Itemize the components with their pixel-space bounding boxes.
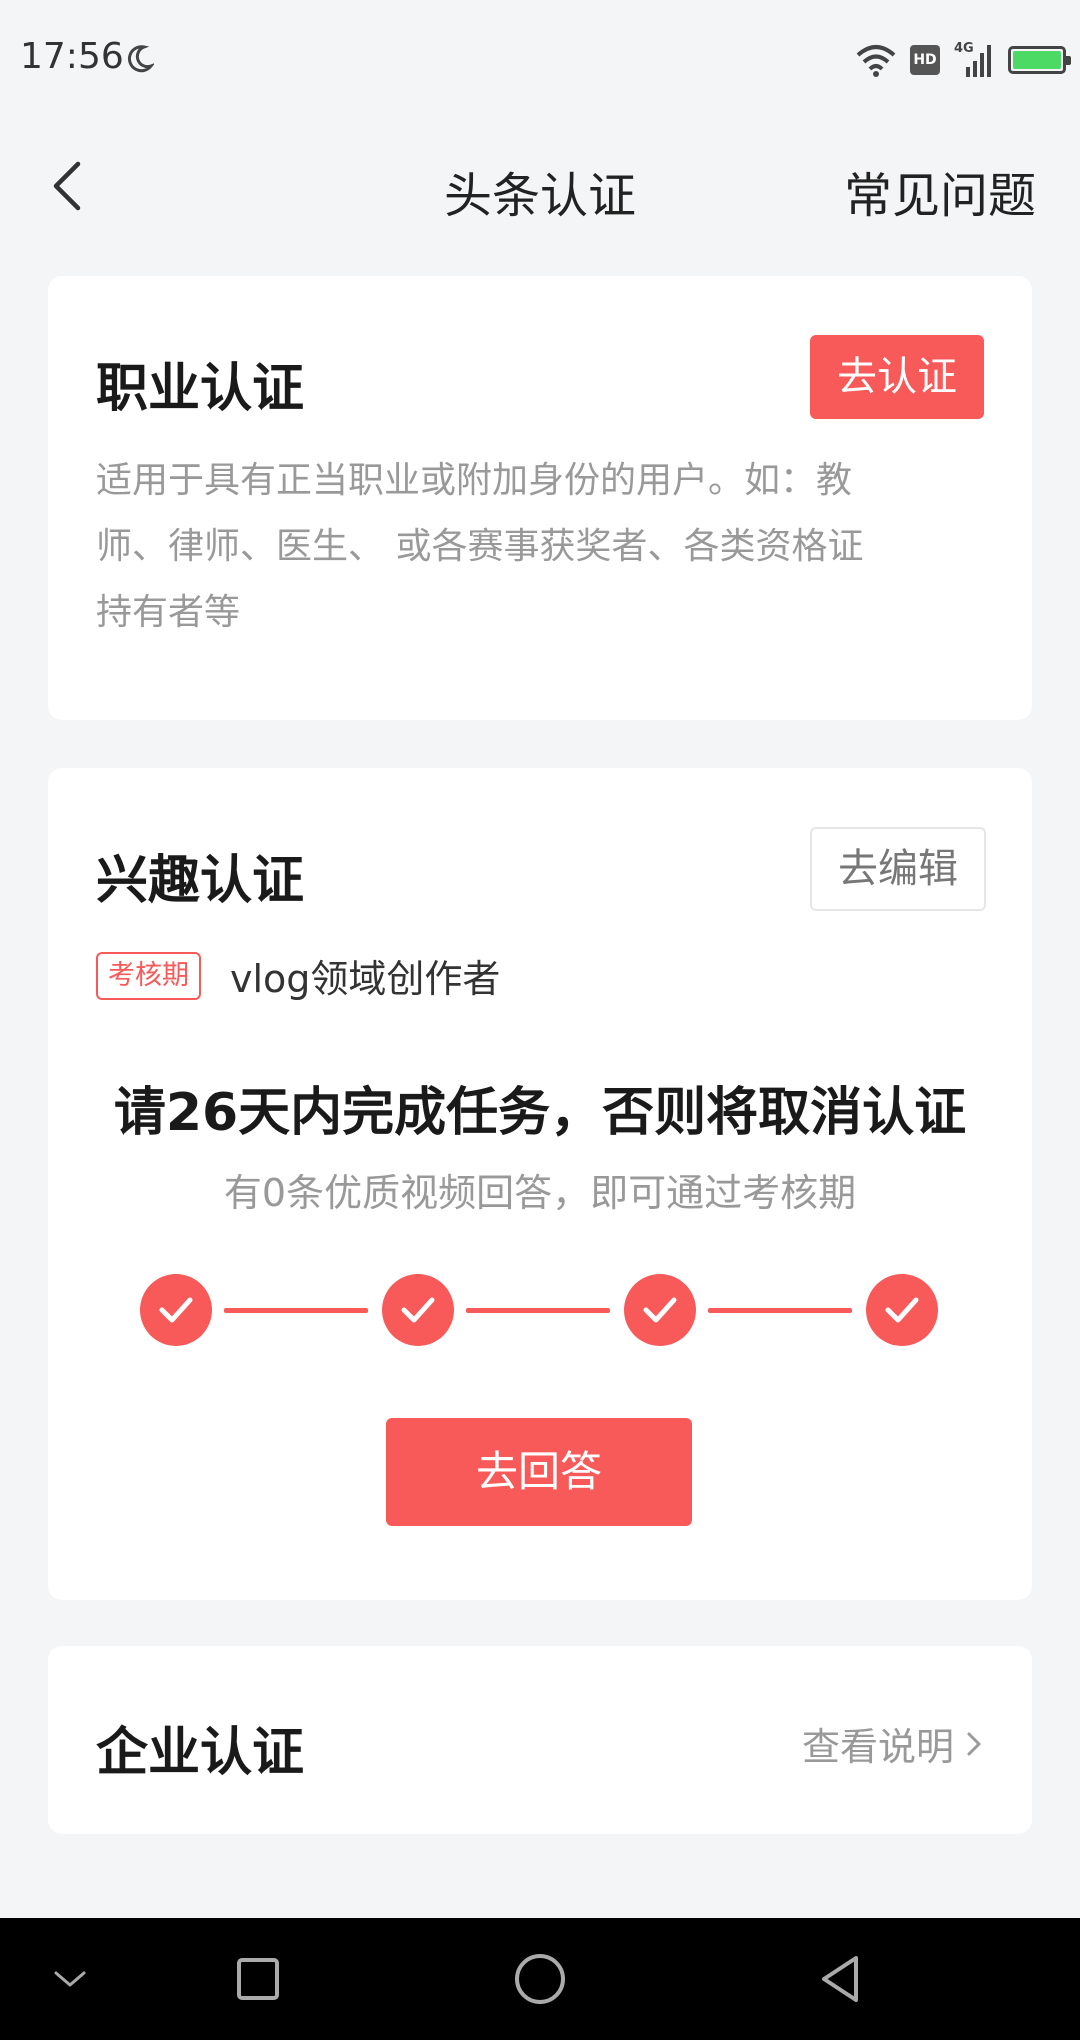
professional-cert-description: 适用于具有正当职业或附加身份的用户。如：教师、律师、医生、 或各赛事获奖者、各类… [96, 460, 864, 633]
enterprise-cert-title: 企业认证 [96, 1723, 305, 1783]
progress-steps [140, 1274, 940, 1346]
nav-bar: 头条认证 常见问题 [0, 118, 1080, 258]
interest-cert-title: 兴趣认证 [96, 851, 305, 911]
square-icon [237, 1958, 279, 2000]
hd-icon: HD [910, 45, 940, 75]
interest-cert-card: 兴趣认证 去编辑 考核期 vlog领域创作者 请26天内完成任务，否则将取消认证… [48, 768, 1032, 1600]
go-certify-button[interactable]: 去认证 [810, 335, 984, 419]
professional-cert-title: 职业认证 [96, 359, 305, 419]
view-instructions-label: 查看说明 [801, 1725, 954, 1769]
step-connector [708, 1308, 852, 1313]
step-connector [466, 1308, 610, 1313]
triangle-back-icon [822, 1956, 858, 2002]
faq-link[interactable]: 常见问题 [844, 156, 1036, 226]
edit-button[interactable]: 去编辑 [810, 827, 986, 911]
status-icons: HD 4G [856, 40, 1071, 80]
battery-icon [1008, 46, 1071, 74]
go-answer-button[interactable]: 去回答 [386, 1418, 692, 1526]
moon-icon [128, 45, 154, 73]
net-type-text: 4G [954, 41, 974, 56]
step-3-check-icon [624, 1274, 696, 1346]
step-connector [224, 1308, 368, 1313]
nav-home-button[interactable] [500, 1918, 580, 2040]
nav-back-button[interactable] [800, 1918, 880, 2040]
step-1-check-icon [140, 1274, 212, 1346]
chevron-right-icon [967, 1732, 981, 1755]
signal-4g-icon: 4G [954, 41, 994, 77]
step-2-check-icon [382, 1274, 454, 1346]
nav-recents-button[interactable] [218, 1918, 298, 2040]
task-headline: 请26天内完成任务，否则将取消认证 [113, 1083, 967, 1143]
status-time: 17:56 [20, 36, 124, 77]
hd-text: HD [913, 52, 937, 68]
chevron-down-icon [54, 1971, 86, 1987]
status-bar: 17:56 HD 4G [0, 0, 1080, 118]
view-instructions-link[interactable]: 查看说明 [802, 1716, 984, 1771]
review-period-badge: 考核期 [96, 952, 201, 1000]
system-nav-bar [0, 1918, 1080, 2040]
task-subtitle: 有0条优质视频回答，即可通过考核期 [223, 1171, 857, 1215]
domain-label: vlog领域创作者 [230, 957, 501, 1001]
step-4-check-icon [866, 1274, 938, 1346]
nav-collapse-button[interactable] [30, 1918, 110, 2040]
enterprise-cert-card: 企业认证 查看说明 [48, 1646, 1032, 1834]
circle-icon [515, 1954, 565, 2004]
professional-cert-card: 职业认证 去认证 适用于具有正当职业或附加身份的用户。如：教师、律师、医生、 或… [48, 276, 1032, 720]
wifi-icon [856, 45, 896, 77]
